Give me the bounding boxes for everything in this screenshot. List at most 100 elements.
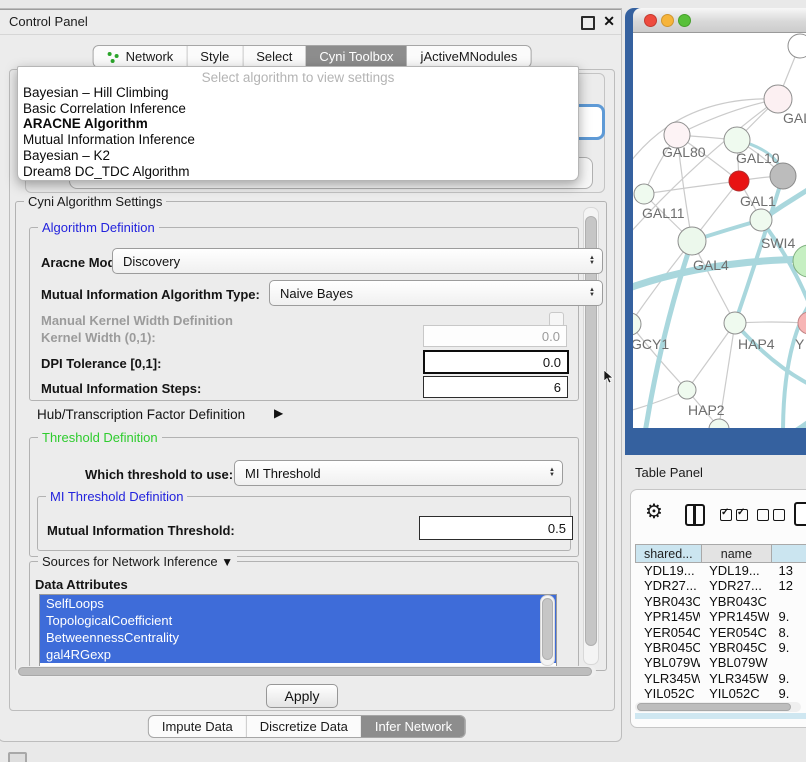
- attribute-item-betweennesscentrality[interactable]: BetweennessCentrality: [40, 629, 556, 646]
- which-threshold-combo[interactable]: MI Threshold ▲▼: [234, 460, 563, 486]
- network-edge[interactable]: [645, 241, 692, 428]
- split-columns-icon[interactable]: [685, 504, 705, 526]
- table-hscrollbar[interactable]: [635, 702, 801, 712]
- column-header-shared[interactable]: shared...: [635, 544, 702, 563]
- table-cell[interactable]: YBR045C: [700, 640, 769, 655]
- settings-scrollbar[interactable]: [583, 207, 599, 665]
- tab-infer-network[interactable]: Infer Network: [361, 716, 465, 737]
- dropdown-item-mutual-information-inference[interactable]: Mutual Information Inference: [18, 132, 578, 148]
- table-cell[interactable]: YDL19...: [635, 563, 700, 578]
- network-node-upper-partial[interactable]: [788, 34, 806, 58]
- network-node-pink-upper[interactable]: [764, 85, 792, 113]
- dropdown-item-bayesian-k2[interactable]: Bayesian – K2: [18, 148, 578, 164]
- attribute-item-topologicalcoefficient[interactable]: TopologicalCoefficient: [40, 612, 556, 629]
- table-cell[interactable]: [769, 594, 806, 609]
- deselect-all-checkboxes-icon[interactable]: [757, 508, 789, 526]
- mi-steps-field[interactable]: 6: [423, 376, 568, 398]
- network-node-gal4[interactable]: [678, 227, 706, 255]
- select-all-checkboxes-icon[interactable]: [720, 508, 752, 526]
- tab-discretize-data[interactable]: Discretize Data: [246, 716, 361, 737]
- table-cell[interactable]: YPR145W: [700, 609, 769, 624]
- network-edge[interactable]: [783, 291, 806, 428]
- tab-network[interactable]: Network: [94, 46, 187, 67]
- gear-icon[interactable]: ⚙: [645, 499, 663, 524]
- network-node-gal1[interactable]: [729, 171, 749, 191]
- table-cell[interactable]: 13: [769, 563, 806, 578]
- table-cell[interactable]: YLR345W: [635, 671, 700, 686]
- table-cell[interactable]: YBL079W: [635, 655, 700, 670]
- table-cell[interactable]: 8.: [769, 625, 806, 640]
- minimize-traffic-button[interactable]: [661, 14, 674, 27]
- table-row[interactable]: YER054CYER054C8.: [635, 625, 806, 640]
- tab-cyni-toolbox[interactable]: Cyni Toolbox: [305, 46, 406, 67]
- table-cell[interactable]: 12: [769, 578, 806, 593]
- expand-right-icon[interactable]: ▶: [274, 406, 283, 420]
- close-icon[interactable]: ✕: [603, 13, 615, 30]
- column-header-partial[interactable]: [772, 544, 806, 563]
- mi-type-combo[interactable]: Naive Bayes ▲▼: [269, 280, 603, 306]
- table-cell[interactable]: YIL052C: [635, 686, 700, 701]
- network-node-swi4[interactable]: [750, 209, 772, 231]
- tab-jactivemnodules[interactable]: jActiveMNodules: [407, 46, 531, 67]
- network-node-hap4[interactable]: [724, 312, 746, 334]
- table-cell[interactable]: YDR27...: [635, 578, 700, 593]
- table-row[interactable]: YBR045CYBR045C9.: [635, 640, 806, 655]
- table-cell[interactable]: [769, 655, 806, 670]
- collapse-down-icon[interactable]: ▼: [221, 555, 233, 569]
- network-edge[interactable]: [687, 323, 735, 390]
- network-edge[interactable]: [644, 181, 739, 194]
- float-window-icon[interactable]: [581, 16, 595, 30]
- table-cell[interactable]: YDR27...: [700, 578, 769, 593]
- table-cell[interactable]: YBL079W: [700, 655, 769, 670]
- network-node-bottom-partial[interactable]: [709, 419, 729, 428]
- dropdown-item-basic-correlation-inference[interactable]: Basic Correlation Inference: [18, 101, 578, 117]
- network-window-titlebar[interactable]: [633, 8, 806, 33]
- aracne-mode-combo[interactable]: Discovery ▲▼: [112, 248, 603, 274]
- table-cell[interactable]: YBR045C: [635, 640, 700, 655]
- mi-threshold-field[interactable]: 0.5: [419, 516, 573, 540]
- table-cell[interactable]: YLR345W: [700, 671, 769, 686]
- table-row[interactable]: YIL052CYIL052C9.: [635, 686, 806, 701]
- table-cell[interactable]: 9.: [769, 609, 806, 624]
- attribute-item-selfloops[interactable]: SelfLoops: [40, 595, 556, 612]
- table-cell[interactable]: 9.: [769, 671, 806, 686]
- network-node-pink-right[interactable]: [798, 312, 806, 334]
- table-cell[interactable]: YER054C: [700, 625, 769, 640]
- kernel-width-field[interactable]: 0.0: [423, 325, 567, 347]
- network-node-gray[interactable]: [770, 163, 796, 189]
- settings-hscrollbar-thumb[interactable]: [18, 667, 592, 676]
- minimized-panel-icon[interactable]: [8, 752, 27, 762]
- table-row[interactable]: YDR27...YDR27...12: [635, 578, 806, 593]
- table-row[interactable]: YDL19...YDL19...13: [635, 563, 806, 578]
- table-cell[interactable]: YIL052C: [700, 686, 769, 701]
- tab-style[interactable]: Style: [186, 46, 242, 67]
- tab-select[interactable]: Select: [242, 46, 305, 67]
- attribute-item-gal4rgexp[interactable]: gal4RGexp: [40, 646, 556, 663]
- network-node-gal11[interactable]: [634, 184, 654, 204]
- zoom-traffic-button[interactable]: [678, 14, 691, 27]
- table-cell[interactable]: 9.: [769, 640, 806, 655]
- network-node-hap2[interactable]: [678, 381, 696, 399]
- dropdown-item-bayesian-hill-climbing[interactable]: Bayesian – Hill Climbing: [18, 85, 578, 101]
- table-hscrollbar-thumb[interactable]: [637, 703, 791, 711]
- table-row[interactable]: YBR043CYBR043C: [635, 594, 806, 609]
- table-cell[interactable]: YPR145W: [635, 609, 700, 624]
- attributes-list-scrollbar[interactable]: [540, 595, 555, 666]
- tab-impute-data[interactable]: Impute Data: [149, 716, 246, 737]
- apply-button[interactable]: Apply: [266, 684, 338, 708]
- dpi-tolerance-field[interactable]: 0.0: [423, 350, 569, 374]
- network-canvas[interactable]: GALGAL80GAL10GAL1GAL11SWI4GAL4GCY1HAP4YH…: [633, 33, 806, 428]
- dropdown-item-aracne-algorithm[interactable]: ARACNE Algorithm: [18, 116, 578, 132]
- table-row[interactable]: YPR145WYPR145W9.: [635, 609, 806, 624]
- settings-hscrollbar[interactable]: [16, 666, 596, 677]
- table-cell[interactable]: YBR043C: [635, 594, 700, 609]
- column-header-name[interactable]: name: [702, 544, 773, 563]
- table-cell[interactable]: YDL19...: [700, 563, 769, 578]
- network-node-gcy1[interactable]: [633, 313, 641, 335]
- table-cell[interactable]: YBR043C: [700, 594, 769, 609]
- table-row[interactable]: YLR345WYLR345W9.: [635, 671, 806, 686]
- table-cell[interactable]: YER054C: [635, 625, 700, 640]
- document-icon[interactable]: [794, 502, 806, 526]
- dropdown-item-dream8-dc-tdc-algorithm[interactable]: Dream8 DC_TDC Algorithm: [18, 164, 578, 180]
- attributes-scrollbar-thumb[interactable]: [542, 598, 553, 660]
